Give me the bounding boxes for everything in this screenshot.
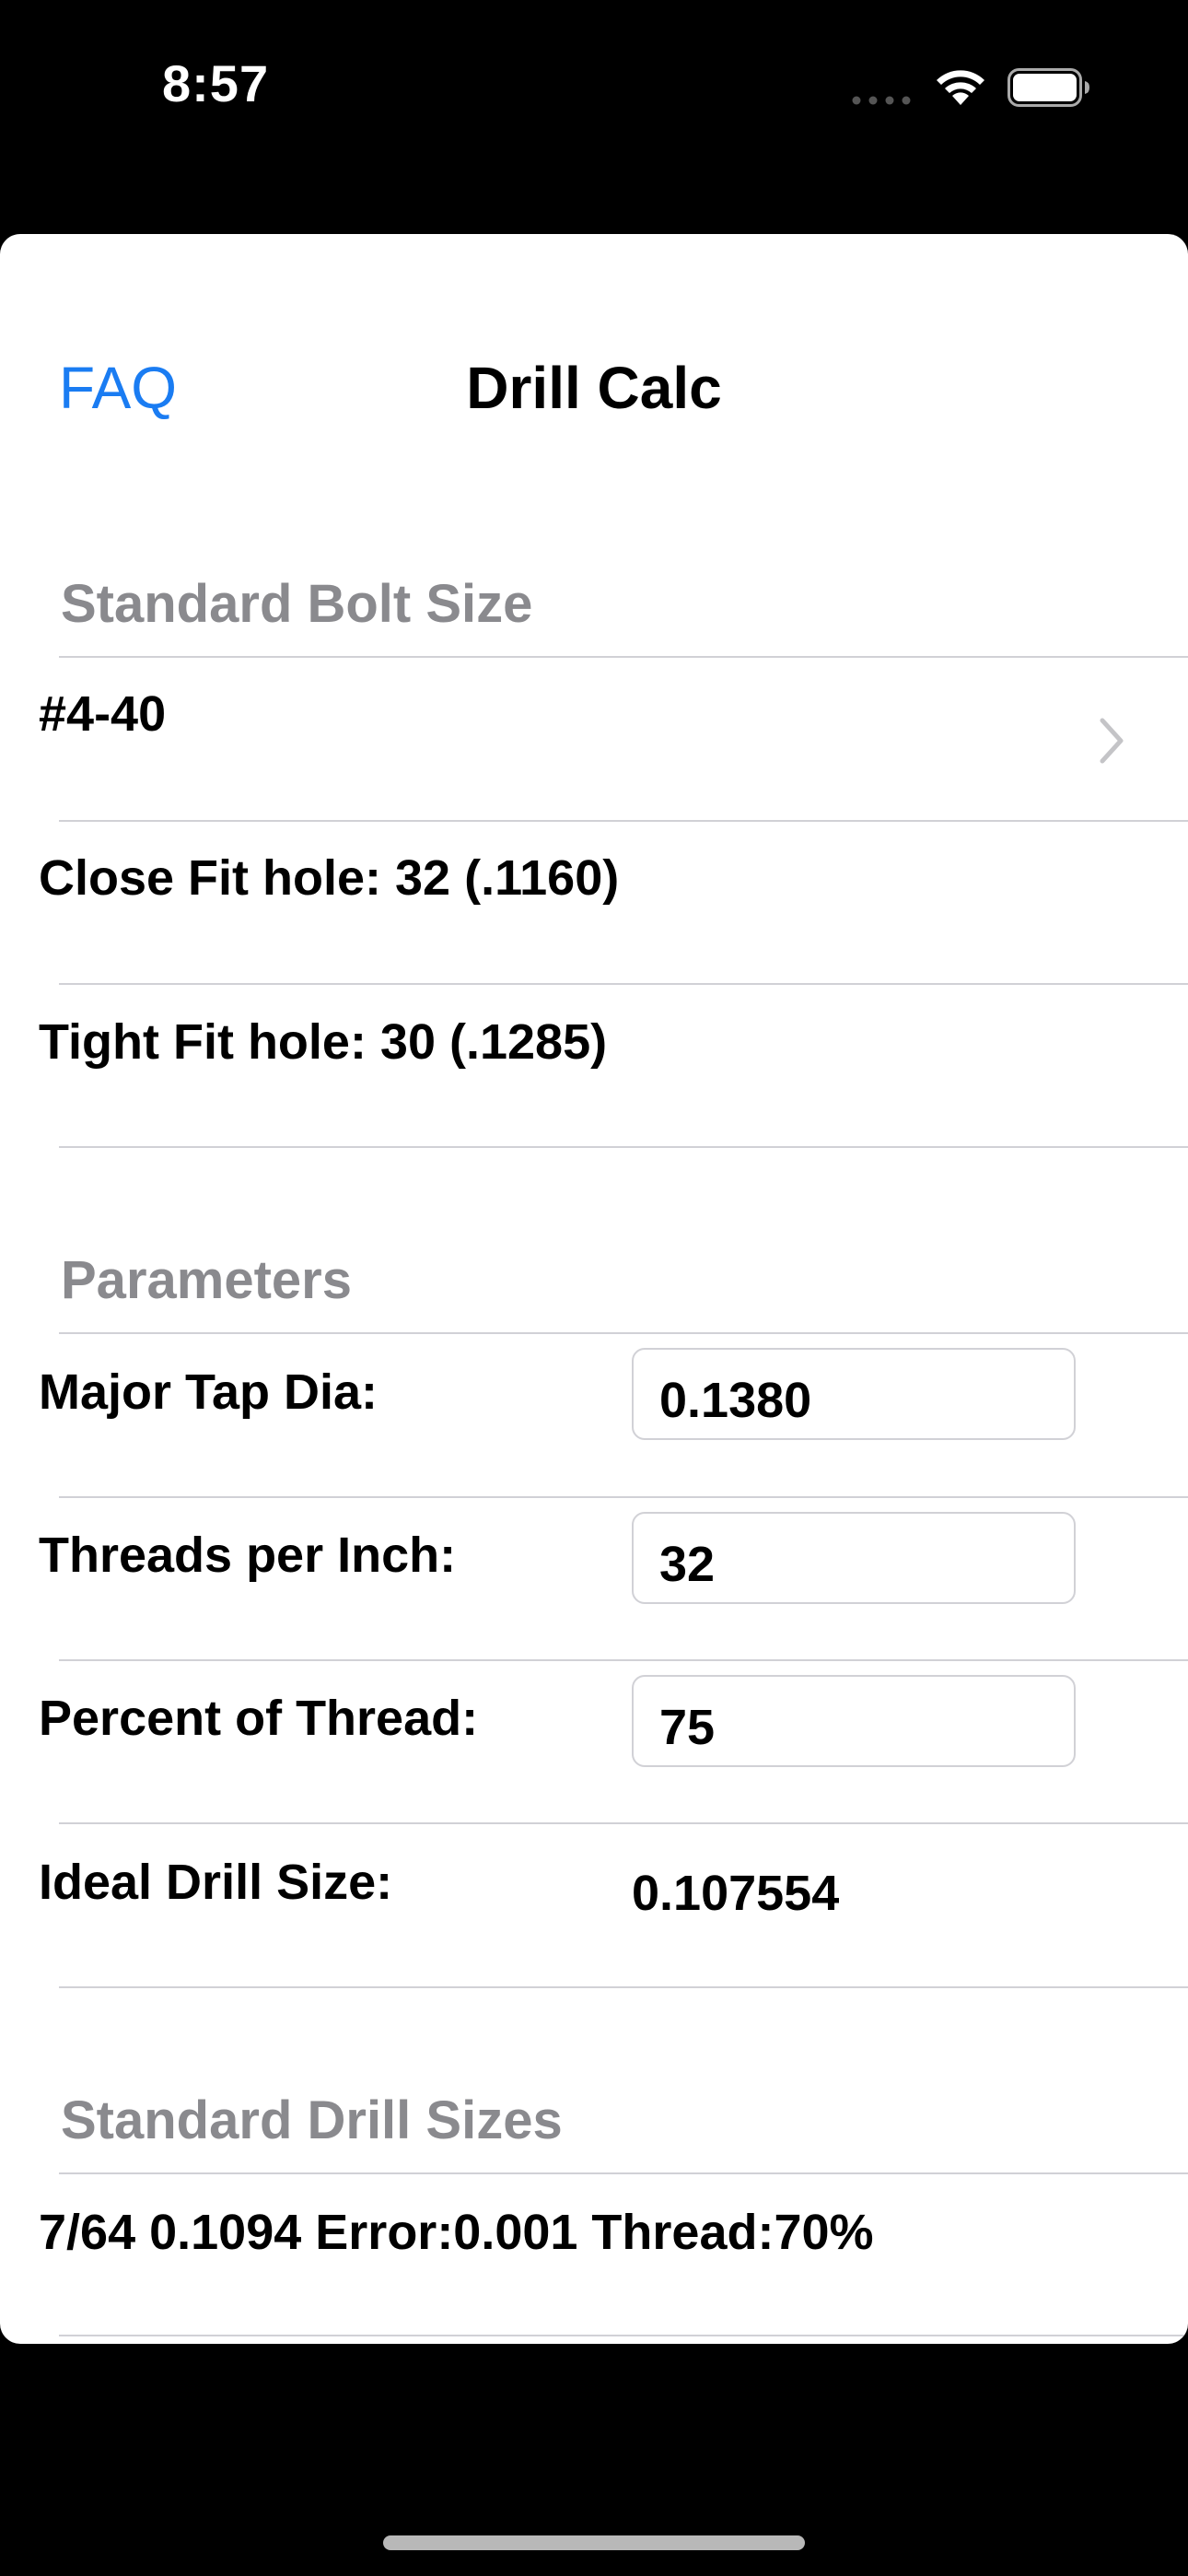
home-indicator[interactable] [383, 2535, 805, 2550]
major-tap-dia-value: 0.1380 [659, 1373, 812, 1428]
status-bar: 8:57 [0, 0, 1188, 175]
threads-per-inch-value: 32 [659, 1537, 716, 1592]
section-header-standard-drill-sizes: Standard Drill Sizes [61, 2090, 563, 2150]
separator [59, 1146, 1188, 1148]
percent-of-thread-value: 75 [659, 1700, 716, 1755]
separator [59, 1822, 1188, 1824]
status-time: 8:57 [162, 54, 270, 112]
separator [59, 1659, 1188, 1661]
battery-icon [1007, 68, 1089, 107]
section-header-standard-bolt-size: Standard Bolt Size [61, 574, 533, 634]
navigation-bar: FAQ Drill Calc [0, 234, 1188, 421]
separator [59, 656, 1188, 658]
percent-of-thread-field[interactable]: 75 [632, 1675, 1076, 1767]
separator [59, 820, 1188, 822]
threads-per-inch-field[interactable]: 32 [632, 1512, 1076, 1604]
selected-bolt-size: #4-40 [39, 686, 167, 742]
separator [59, 1986, 1188, 1988]
major-tap-dia-label: Major Tap Dia: [39, 1364, 379, 1420]
separator [59, 1332, 1188, 1334]
ideal-drill-size-label: Ideal Drill Size: [39, 1855, 393, 1910]
page-title: Drill Calc [466, 355, 722, 421]
tight-fit-hole: Tight Fit hole: 30 (.1285) [39, 1014, 608, 1070]
cellular-dots-icon [852, 96, 911, 105]
separator [59, 2172, 1188, 2174]
separator [59, 2335, 1188, 2336]
drill-size-result-row[interactable]: 7/64 0.1094 Error:0.001 Thread:70% [39, 2204, 874, 2261]
major-tap-dia-field[interactable]: 0.1380 [632, 1348, 1076, 1440]
separator [59, 1496, 1188, 1498]
threads-per-inch-label: Threads per Inch: [39, 1528, 457, 1583]
percent-of-thread-label: Percent of Thread: [39, 1691, 479, 1746]
drill-calc-sheet: FAQ Drill Calc Standard Bolt Size #4-40 … [0, 234, 1188, 2344]
wifi-icon [937, 70, 984, 105]
section-header-parameters: Parameters [61, 1250, 352, 1310]
ideal-drill-size-value: 0.107554 [632, 1866, 840, 1921]
close-fit-hole: Close Fit hole: 32 (.1160) [39, 850, 620, 906]
chevron-right-icon [1100, 718, 1124, 764]
separator [59, 983, 1188, 985]
